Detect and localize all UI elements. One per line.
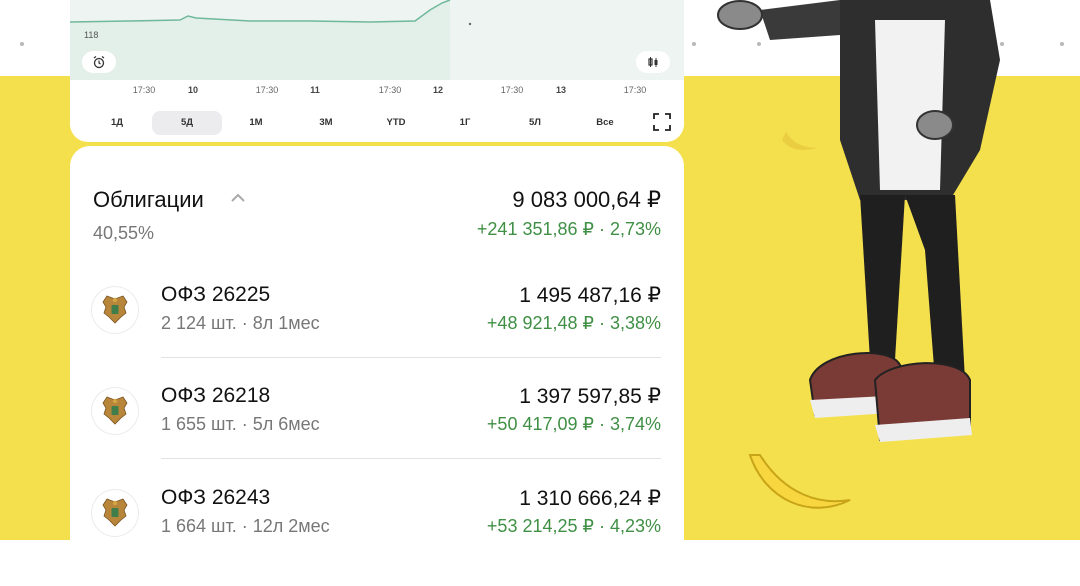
bond-value: 1 310 666,24 ₽ [519,487,661,510]
bond-value: 1 495 487,16 ₽ [519,284,661,307]
bonds-section-card: Облигации 40,55% 9 083 000,64 ₽ +241 351… [70,146,684,566]
chart-x-tick-label: 17:30 [623,85,647,95]
bond-issuer-logo [92,388,138,434]
character-illustration [717,0,1000,509]
decor-dot [20,42,24,46]
candlestick-icon [648,57,658,67]
coat-of-arms-icon [102,396,128,425]
section-value: 9 083 000,64 ₽ [512,187,661,212]
bond-name: ОФЗ 26243 [161,486,271,509]
chart-x-tick-label: 17:30 [132,85,156,95]
bond-details: 2 124 шт. · 8л 1мес [161,313,320,333]
coat-of-arms-icon [102,295,128,324]
fullscreen-button[interactable] [653,113,671,131]
row-divider [161,458,661,459]
coat-of-arms-icon [102,498,128,527]
chart-x-tick-label: 17:30 [378,85,402,95]
period-tab[interactable]: 3М [319,111,332,135]
price-chart-card: 118 17:30 10 17:30 11 17:30 12 17:30 13 17:30 1Д… [70,0,684,142]
chart-x-tick-label: 17:30 [500,85,524,95]
section-change: +241 351,86 ₽ · 2,73% [476,219,661,239]
price-chart [70,0,472,80]
chevron-up-icon[interactable] [230,192,246,204]
section-share: 40,55% [93,223,155,243]
chart-x-tick-label: 13 [555,85,567,95]
alarm-clock-icon [93,55,105,69]
bond-change: +48 921,48 ₽ · 3,38% [486,313,661,333]
period-tab[interactable]: 5Д [152,111,222,135]
chart-series-line [70,0,451,23]
period-selector: 1Д 5Д 1М 3М YTD 1Г 5Л Все [70,110,684,136]
chart-point [468,22,472,26]
bond-change: +53 214,25 ₽ · 4,23% [486,516,661,536]
chart-x-tick-label: 17:30 [255,85,279,95]
bond-name: ОФЗ 26225 [161,283,271,306]
bond-value: 1 397 597,85 ₽ [519,385,661,408]
period-tab[interactable]: 1Д [111,111,123,135]
bond-change: +50 417,09 ₽ · 3,74% [486,414,661,434]
period-tab[interactable]: 1Г [460,111,471,135]
bond-issuer-logo [92,490,138,536]
chart-type-button[interactable] [636,51,670,73]
period-tab[interactable]: 1М [249,111,262,135]
bond-issuer-logo [92,287,138,333]
row-divider [161,357,661,358]
bond-name: ОФЗ 26218 [161,384,271,407]
period-tab[interactable]: 5Л [529,111,541,135]
chart-area-fill [70,0,450,80]
chart-x-tick-label: 12 [432,85,444,95]
bond-details: 1 664 шт. · 12л 2мес [161,516,330,536]
section-title[interactable]: Облигации [93,187,204,213]
expand-icon [653,113,671,131]
bond-row[interactable]: ОФЗ 26243 1 664 шт. · 12л 2мес 1 310 666,2… [70,486,684,586]
period-tab[interactable]: Все [596,111,613,135]
chart-x-axis: 17:30 10 17:30 11 17:30 12 17:30 13 17:30 [70,85,684,99]
period-tab[interactable]: YTD [387,111,406,135]
chart-x-tick-label: 10 [187,85,199,95]
chart-x-tick-label: 11 [310,85,320,95]
bond-row[interactable]: ОФЗ 26225 2 124 шт. · 8л 1мес 1 495 487,16… [70,283,684,383]
price-alert-button[interactable] [82,51,116,73]
bond-row[interactable]: ОФЗ 26218 1 655 шт. · 5л 6мес 1 397 597,85… [70,384,684,484]
bond-details: 1 655 шт. · 5л 6мес [161,414,320,434]
chart-y-label: 118 [84,30,99,40]
